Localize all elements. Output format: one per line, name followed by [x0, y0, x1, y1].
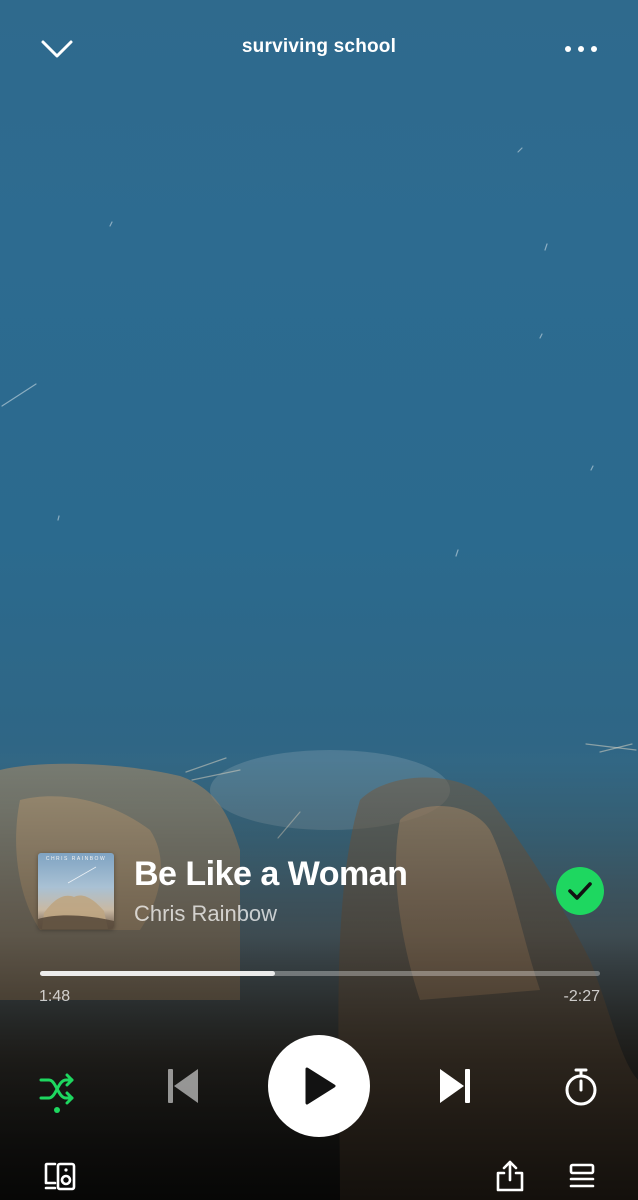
share-button[interactable]	[490, 1156, 530, 1196]
more-dots-icon	[565, 46, 597, 52]
play-button[interactable]	[268, 1035, 370, 1137]
remaining-time: -2:27	[563, 988, 600, 1005]
connect-devices-button[interactable]	[40, 1156, 80, 1196]
share-icon	[496, 1160, 524, 1192]
shuffle-icon	[39, 1073, 74, 1105]
album-cover-illustration	[38, 866, 114, 929]
elapsed-time: 1:48	[39, 988, 71, 1005]
now-playing-screen: surviving school CHRIS RAINBOW Be Like a…	[0, 0, 638, 1200]
queue-button[interactable]	[562, 1156, 602, 1196]
track-info: CHRIS RAINBOW Be Like a Woman Chris Rain…	[38, 853, 604, 931]
saved-to-library-button[interactable]	[556, 867, 604, 915]
queue-icon	[569, 1163, 595, 1188]
skip-previous-icon	[168, 1069, 198, 1103]
chevron-down-icon	[41, 40, 73, 58]
skip-next-icon	[440, 1069, 470, 1103]
shuffle-button[interactable]	[34, 1065, 82, 1113]
next-track-button[interactable]	[432, 1063, 478, 1109]
previous-track-button[interactable]	[160, 1063, 206, 1109]
more-options-button[interactable]	[560, 32, 602, 66]
progress-fill	[40, 971, 276, 976]
collapse-button[interactable]	[36, 32, 78, 66]
shuffle-active-indicator	[54, 1107, 60, 1113]
track-artist[interactable]: Chris Rainbow	[134, 901, 277, 927]
sleep-timer-icon	[565, 1068, 597, 1106]
playlist-title: surviving school	[241, 36, 397, 57]
play-icon	[305, 1067, 336, 1105]
top-bar: surviving school	[0, 22, 638, 76]
playback-controls	[0, 1035, 638, 1137]
album-cover[interactable]: CHRIS RAINBOW	[38, 853, 114, 929]
sleep-timer-button[interactable]	[557, 1063, 605, 1111]
bottom-action-bar	[0, 1152, 638, 1196]
track-title[interactable]: Be Like a Woman	[134, 855, 408, 894]
progress-bar[interactable]	[40, 971, 600, 976]
connect-device-icon	[44, 1162, 76, 1191]
check-icon	[568, 882, 592, 900]
